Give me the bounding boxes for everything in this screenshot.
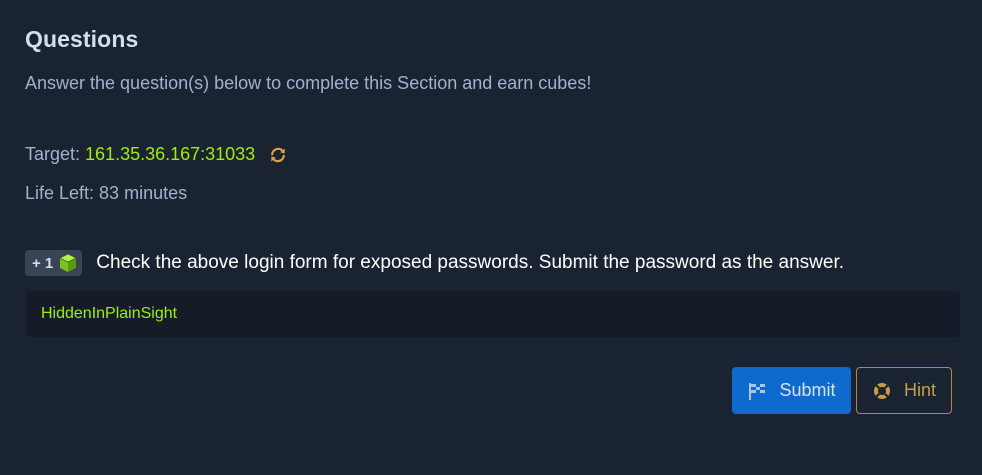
answer-input[interactable]	[41, 305, 945, 323]
submit-label: Submit	[779, 380, 836, 400]
cube-reward-label: + 1	[32, 254, 54, 272]
question-text: Check the above login form for exposed p…	[96, 252, 845, 273]
hint-button[interactable]: Hint	[856, 367, 952, 414]
target-line: Target: 161.35.36.167:31033	[25, 144, 287, 165]
target-label: Target:	[25, 144, 81, 164]
hint-label: Hint	[903, 380, 936, 400]
section-title: Questions	[25, 26, 139, 52]
cube-icon	[57, 252, 79, 274]
answer-field-container	[26, 291, 960, 337]
refresh-icon[interactable]	[269, 146, 287, 164]
question-row: + 1 Check the above login form for expos…	[25, 250, 844, 276]
submit-button[interactable]: Submit	[732, 367, 851, 414]
target-value: 161.35.36.167:31033	[85, 144, 256, 164]
lifebuoy-icon	[872, 381, 892, 401]
section-subtitle: Answer the question(s) below to complete…	[25, 73, 592, 93]
flag-icon	[747, 381, 767, 401]
life-left: Life Left: 83 minutes	[25, 183, 188, 203]
cube-reward-badge: + 1	[25, 250, 83, 276]
questions-panel: Questions Answer the question(s) below t…	[0, 0, 982, 475]
